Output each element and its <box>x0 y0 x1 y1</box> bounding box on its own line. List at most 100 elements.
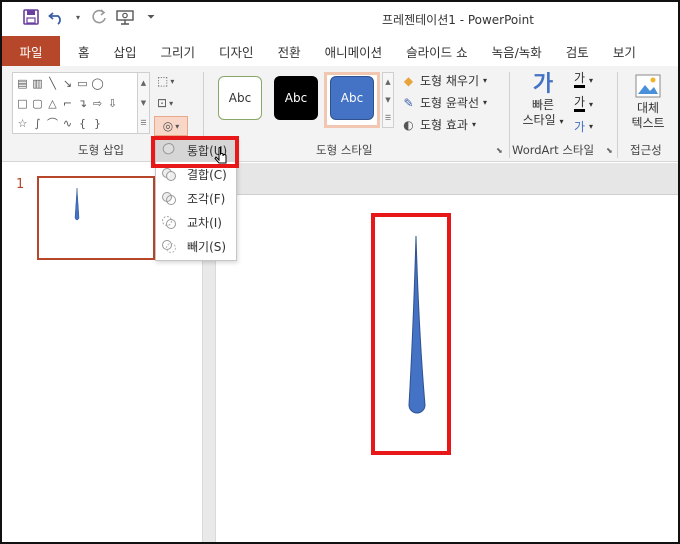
pencil-icon: ✎ <box>403 95 414 110</box>
chevron-down-icon: ▾ <box>471 120 476 129</box>
group-label-accessibility: 접근성 <box>630 143 662 157</box>
edit-points-icon: ⬚ <box>157 74 169 88</box>
subtract-icon <box>161 238 177 254</box>
text-fill-icon: 가 <box>574 72 586 88</box>
brace-right-icon[interactable]: } <box>91 117 104 130</box>
group-label-shape-styles: 도형 스타일 <box>316 143 373 157</box>
elbow-arrow-icon[interactable]: ↴ <box>76 97 89 110</box>
chevron-down-icon[interactable]: ▾ <box>74 8 82 26</box>
group-label-insert-shapes: 도형 삽입 <box>78 143 124 157</box>
triangle-icon[interactable]: △ <box>46 97 59 110</box>
curve-icon[interactable]: ∫ <box>31 117 44 130</box>
text-effects-button[interactable]: 가 ▾ <box>574 118 593 135</box>
dialog-launcher-icon[interactable]: ⬊ <box>606 146 613 155</box>
textbox-button[interactable]: ⊡ ▾ <box>157 96 173 110</box>
text-outline-button[interactable]: 가 ▾ <box>574 96 593 112</box>
ribbon: ▤ ▥ ╲ ↘ ▭ ◯ □ ▢ △ ⌐ ↴ ⇨ ⇩ ☆ ∫ ⌒ ∿ {} ▲ … <box>2 66 678 162</box>
effects-icon: ◐ <box>403 117 414 132</box>
tab-view[interactable]: 보기 <box>601 36 648 66</box>
styles-scrollbar[interactable]: ▲ ▼ ☰ <box>382 72 394 128</box>
chevron-down-icon: ▾ <box>175 121 180 131</box>
save-icon[interactable] <box>22 8 40 26</box>
chevron-down-icon: ▾ <box>589 122 594 131</box>
textbox-icon: ⊡ <box>157 96 168 110</box>
textbox-icon[interactable]: ▤ <box>16 77 29 90</box>
gallery-more-icon[interactable]: ☰ <box>138 113 149 133</box>
arc-icon[interactable]: ⌒ <box>46 117 59 130</box>
tab-draw[interactable]: 그리기 <box>149 36 208 66</box>
merge-shapes-button[interactable]: ◎ ▾ <box>154 116 188 136</box>
tab-design[interactable]: 디자인 <box>207 36 266 66</box>
dialog-launcher-icon[interactable]: ⬊ <box>496 146 503 155</box>
shape-outline-label: 도형 윤곽선 <box>420 96 480 110</box>
tab-review[interactable]: 검토 <box>554 36 601 66</box>
menu-item-fragment[interactable]: 조각(F) <box>156 186 236 210</box>
menu-item-label: 교차(I) <box>187 215 222 230</box>
group-label-wordart: WordArt 스타일 <box>512 143 595 157</box>
menu-item-label: 빼기(S) <box>187 239 227 254</box>
connector-icon[interactable]: ⌐ <box>61 97 74 110</box>
chevron-down-icon: ▾ <box>483 98 488 107</box>
chevron-down-icon: ▾ <box>589 75 594 85</box>
customize-icon[interactable]: ⏷ <box>142 8 160 26</box>
tab-slideshow[interactable]: 슬라이드 쇼 <box>394 36 479 66</box>
text-outline-icon: 가 <box>574 96 586 112</box>
shapes-gallery[interactable]: ▤ ▥ ╲ ↘ ▭ ◯ □ ▢ △ ⌐ ↴ ⇨ ⇩ ☆ ∫ ⌒ ∿ {} <box>12 72 138 134</box>
down-arrow-icon[interactable]: ⇩ <box>106 97 119 110</box>
text-fill-button[interactable]: 가 ▾ <box>574 72 593 88</box>
slide-thumbnail[interactable] <box>37 176 155 260</box>
brace-left-icon[interactable]: { <box>76 117 89 130</box>
line-icon[interactable]: ╲ <box>46 77 59 90</box>
menu-item-intersect[interactable]: 교차(I) <box>156 210 236 234</box>
title-bar: ▾ ⏷ 프레젠테이션1 - PowerPoint <box>2 2 678 35</box>
tab-transitions[interactable]: 전환 <box>266 36 313 66</box>
text-effects-icon: 가 <box>574 120 586 134</box>
menu-item-label: 조각(F) <box>187 191 226 206</box>
slide-number: 1 <box>16 177 25 192</box>
window-title: 프레젠테이션1 - PowerPoint <box>382 13 534 27</box>
wave-icon[interactable]: ∿ <box>61 117 74 130</box>
scroll-up-icon[interactable]: ▲ <box>138 73 149 93</box>
alt-text-button[interactable]: 대체 텍스트 <box>624 74 672 131</box>
style-preset-outline[interactable]: Abc <box>218 76 262 120</box>
tab-insert[interactable]: 삽입 <box>102 36 149 66</box>
vertical-textbox-icon[interactable]: ▥ <box>31 77 44 90</box>
style-preset-blue[interactable]: Abc <box>330 76 374 120</box>
star-icon[interactable]: ☆ <box>16 117 29 130</box>
alt-text-label-2: 텍스트 <box>631 116 665 130</box>
tab-animations[interactable]: 애니메이션 <box>313 36 395 66</box>
oval-icon[interactable]: ◯ <box>91 77 104 90</box>
quick-access-toolbar: ▾ ⏷ <box>22 8 160 26</box>
merge-shapes-icon: ◎ <box>162 119 174 133</box>
shape-fill-button[interactable]: ◆ 도형 채우기 ▾ <box>401 72 487 89</box>
intersect-icon <box>161 214 177 230</box>
menu-item-subtract[interactable]: 빼기(S) <box>156 234 236 258</box>
group-separator <box>509 72 510 158</box>
edit-shape-button[interactable]: ⬚ ▾ <box>157 74 174 88</box>
style-preset-black[interactable]: Abc <box>274 76 318 120</box>
tab-record[interactable]: 녹음/녹화 <box>480 36 554 66</box>
chevron-down-icon: ▾ <box>483 76 488 85</box>
rectangle-icon[interactable]: ▭ <box>76 77 89 90</box>
arrow-line-icon[interactable]: ↘ <box>61 77 74 90</box>
gallery-more-icon[interactable]: ☰ <box>383 109 393 127</box>
scroll-down-icon[interactable]: ▼ <box>383 91 393 109</box>
scroll-down-icon[interactable]: ▼ <box>138 93 149 113</box>
square-icon[interactable]: □ <box>16 97 29 110</box>
rounded-rect-icon[interactable]: ▢ <box>31 97 44 110</box>
chevron-down-icon: ▾ <box>170 76 175 86</box>
right-arrow-icon[interactable]: ⇨ <box>91 97 104 110</box>
undo-icon[interactable] <box>48 8 66 26</box>
redo-icon[interactable] <box>90 8 108 26</box>
quick-styles-label-2: 스타일 ▾ <box>522 113 564 127</box>
shape-effects-button[interactable]: ◐ 도형 효과 ▾ <box>401 116 476 133</box>
scroll-up-icon[interactable]: ▲ <box>383 73 393 91</box>
tab-home[interactable]: 홈 <box>66 36 102 66</box>
quick-styles-button[interactable]: 가 빠른 스타일 ▾ <box>516 72 570 129</box>
shape-fill-label: 도형 채우기 <box>420 74 480 88</box>
chevron-down-icon: ▾ <box>169 98 174 108</box>
gallery-scrollbar[interactable]: ▲ ▼ ☰ <box>138 72 150 134</box>
shape-outline-button[interactable]: ✎ 도형 윤곽선 ▾ <box>401 94 487 111</box>
tab-file[interactable]: 파일 <box>2 36 60 66</box>
present-icon[interactable] <box>116 8 134 26</box>
